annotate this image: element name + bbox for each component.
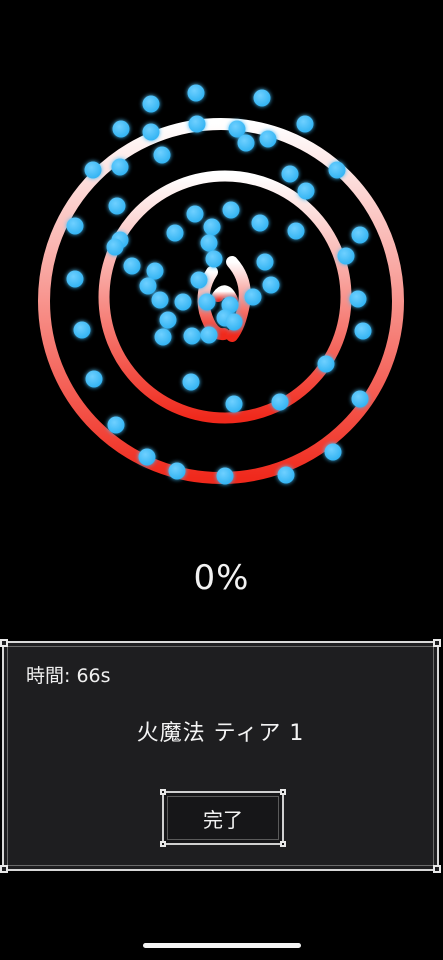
panel-corner (0, 639, 8, 647)
panel-corner (433, 639, 441, 647)
button-corner (280, 841, 286, 847)
done-button-label: 完了 (203, 807, 243, 832)
mana-orb[interactable] (138, 448, 156, 466)
mana-orb[interactable] (188, 115, 206, 133)
spell-name: 火魔法 ティア 1 (136, 721, 305, 746)
mana-orb[interactable] (324, 443, 342, 461)
mana-orb[interactable] (253, 89, 271, 107)
mana-orb[interactable] (187, 84, 205, 102)
mana-orb[interactable] (198, 293, 216, 311)
mana-orb[interactable] (256, 253, 274, 271)
mana-orb[interactable] (66, 270, 84, 288)
mana-orb[interactable] (186, 205, 204, 223)
mana-orb[interactable] (251, 214, 269, 232)
mana-orb[interactable] (287, 222, 305, 240)
mana-orb[interactable] (225, 395, 243, 413)
mana-orb[interactable] (153, 146, 171, 164)
mana-orb[interactable] (66, 217, 84, 235)
mana-orb[interactable] (200, 326, 218, 344)
mana-orb[interactable] (123, 257, 141, 275)
mana-orb[interactable] (277, 466, 295, 484)
mana-orbs (66, 84, 372, 485)
mana-orb[interactable] (111, 158, 129, 176)
mana-orb[interactable] (225, 313, 243, 331)
spell-panel: 時間: 66s 火魔法 ティア 1 完了 (0, 639, 441, 873)
timer-label: 時間: 66s (26, 665, 111, 687)
mana-orb[interactable] (328, 161, 346, 179)
mana-orb[interactable] (237, 134, 255, 152)
mana-orb[interactable] (168, 462, 186, 480)
mana-orb[interactable] (296, 115, 314, 133)
mana-orb[interactable] (85, 370, 103, 388)
mana-orb[interactable] (190, 271, 208, 289)
mana-orb[interactable] (139, 277, 157, 295)
mana-orb[interactable] (351, 226, 369, 244)
panel-corner (433, 865, 441, 873)
mana-orb[interactable] (244, 288, 262, 306)
mana-orb[interactable] (108, 197, 126, 215)
mana-orb[interactable] (222, 201, 240, 219)
magic-circle-canvas[interactable] (0, 0, 443, 540)
mana-orb[interactable] (262, 276, 280, 294)
mana-orb[interactable] (349, 290, 367, 308)
mana-orb[interactable] (271, 393, 289, 411)
mana-orb[interactable] (354, 322, 372, 340)
mana-orb[interactable] (216, 467, 234, 485)
done-button[interactable]: 完了 (160, 789, 286, 847)
cast-progress: 0% (193, 558, 250, 598)
mana-orb[interactable] (106, 238, 124, 256)
mana-orb[interactable] (183, 327, 201, 345)
mana-orb[interactable] (142, 95, 160, 113)
mana-orb[interactable] (146, 262, 164, 280)
mana-orb[interactable] (203, 218, 221, 236)
mana-orb[interactable] (142, 123, 160, 141)
mana-orb[interactable] (84, 161, 102, 179)
mana-orb[interactable] (281, 165, 299, 183)
mana-orb[interactable] (166, 224, 184, 242)
mana-orb[interactable] (174, 293, 192, 311)
mana-orb[interactable] (259, 130, 277, 148)
mana-orb[interactable] (337, 247, 355, 265)
mana-orb[interactable] (351, 390, 369, 408)
mana-orb[interactable] (73, 321, 91, 339)
mana-orb[interactable] (228, 120, 246, 138)
button-corner (160, 841, 166, 847)
mana-orb[interactable] (151, 291, 169, 309)
button-corner (160, 789, 166, 795)
mana-orb[interactable] (154, 328, 172, 346)
mana-orb[interactable] (182, 373, 200, 391)
mana-orb[interactable] (107, 416, 125, 434)
mana-orb[interactable] (159, 311, 177, 329)
mana-orb[interactable] (297, 182, 315, 200)
panel-corner (0, 865, 8, 873)
mana-orb[interactable] (200, 234, 218, 252)
mana-orb[interactable] (317, 355, 335, 373)
mana-orb[interactable] (112, 120, 130, 138)
button-corner (280, 789, 286, 795)
home-indicator[interactable] (143, 943, 301, 948)
mana-orb[interactable] (205, 250, 223, 268)
